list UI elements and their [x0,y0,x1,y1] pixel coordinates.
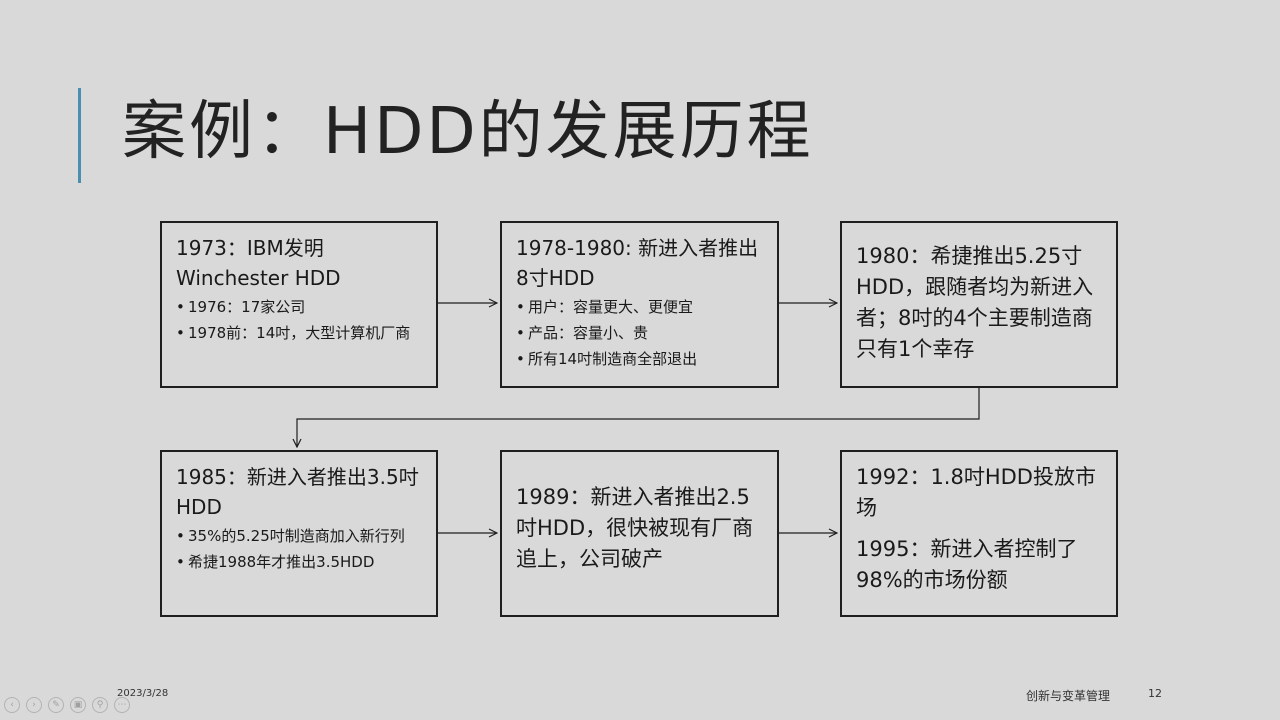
prev-icon[interactable]: ‹ [4,697,20,713]
slideshow-controls: ‹ › ✎ ▣ ⚲ ⋯ [4,697,130,713]
footer-course-name: 创新与变革管理 [1026,689,1111,703]
zoom-icon[interactable]: ⚲ [92,697,108,713]
slides-icon[interactable]: ▣ [70,697,86,713]
more-icon[interactable]: ⋯ [114,697,130,713]
connector-arrows [0,0,980,720]
pen-icon[interactable]: ✎ [48,697,64,713]
next-icon[interactable]: › [26,697,42,713]
footer-page-number: 12 [1148,687,1162,700]
arrow-1980-to-1985 [297,388,980,447]
